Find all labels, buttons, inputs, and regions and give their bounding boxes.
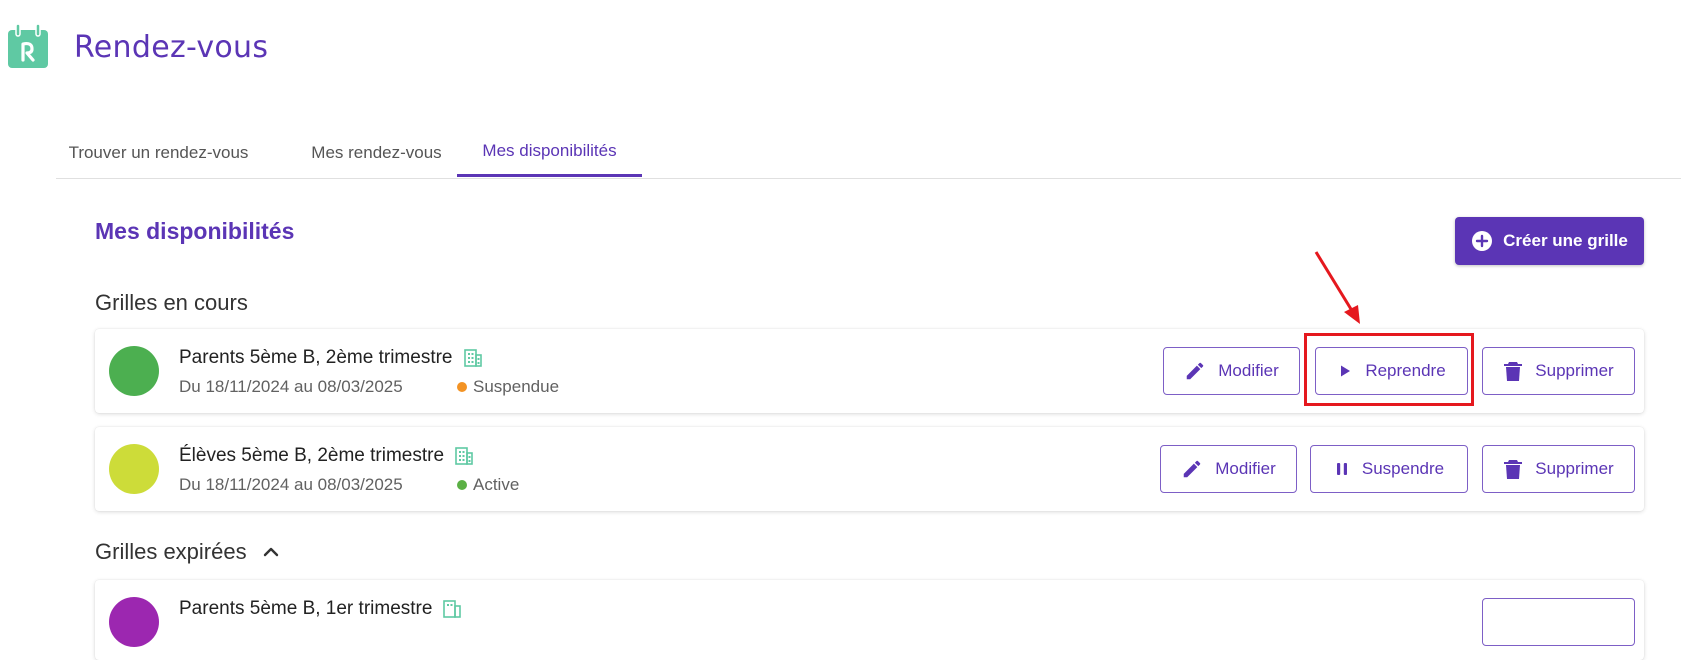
tab-bar: Trouver un rendez-vous Mes rendez-vous M… (56, 128, 1681, 179)
status-badge: Suspendue (457, 377, 559, 397)
tab-mes-disponibilites[interactable]: Mes disponibilités (457, 128, 642, 177)
pause-icon (1334, 461, 1350, 477)
grid-color-dot (109, 346, 159, 396)
expired-grids-heading[interactable]: Grilles expirées (95, 539, 281, 565)
trash-icon (1503, 458, 1523, 480)
grid-name: Parents 5ème B, 1er trimestre (179, 598, 462, 620)
chevron-up-icon[interactable] (261, 542, 281, 562)
modify-button[interactable]: Modifier (1163, 347, 1300, 395)
grid-color-dot (109, 444, 159, 494)
annotation-highlight-box (1304, 333, 1474, 406)
pencil-icon (1181, 458, 1203, 480)
app-header: Rendez-vous (6, 22, 268, 72)
expired-action-button[interactable] (1482, 598, 1635, 646)
building-icon (463, 348, 483, 368)
building-icon (442, 599, 462, 619)
current-grids-heading: Grilles en cours (95, 290, 248, 315)
delete-button[interactable]: Supprimer (1482, 445, 1635, 493)
status-dot (457, 382, 467, 392)
grid-dates: Du 18/11/2024 au 08/03/2025 (179, 475, 403, 494)
suspend-button[interactable]: Suspendre (1310, 445, 1468, 493)
trash-icon (1503, 360, 1523, 382)
page-title: Mes disponibilités (95, 218, 295, 244)
app-title: Rendez-vous (74, 29, 269, 65)
plus-circle-icon (1471, 230, 1493, 252)
create-grid-button[interactable]: Créer une grille (1455, 217, 1644, 265)
delete-button[interactable]: Supprimer (1482, 347, 1635, 395)
calendar-logo-icon (6, 22, 52, 72)
grid-dates: Du 18/11/2024 au 08/03/2025 (179, 377, 403, 396)
grid-color-dot (109, 597, 159, 647)
tab-mes-rendez-vous[interactable]: Mes rendez-vous (284, 128, 469, 178)
grid-card-parents-1er: Parents 5ème B, 1er trimestre (95, 580, 1644, 660)
modify-button[interactable]: Modifier (1160, 445, 1297, 493)
grid-card-eleves-2eme: Élèves 5ème B, 2ème trimestre Du 18/11/2… (95, 427, 1644, 511)
grid-name: Parents 5ème B, 2ème trimestre (179, 347, 483, 369)
create-grid-label: Créer une grille (1503, 231, 1628, 250)
grid-name: Élèves 5ème B, 2ème trimestre (179, 445, 474, 467)
building-icon (454, 446, 474, 466)
status-dot (457, 480, 467, 490)
status-badge: Active (457, 475, 519, 495)
annotation-arrow-icon (1310, 250, 1370, 335)
pencil-icon (1184, 360, 1206, 382)
tab-trouver-rendez-vous[interactable]: Trouver un rendez-vous (56, 128, 261, 178)
